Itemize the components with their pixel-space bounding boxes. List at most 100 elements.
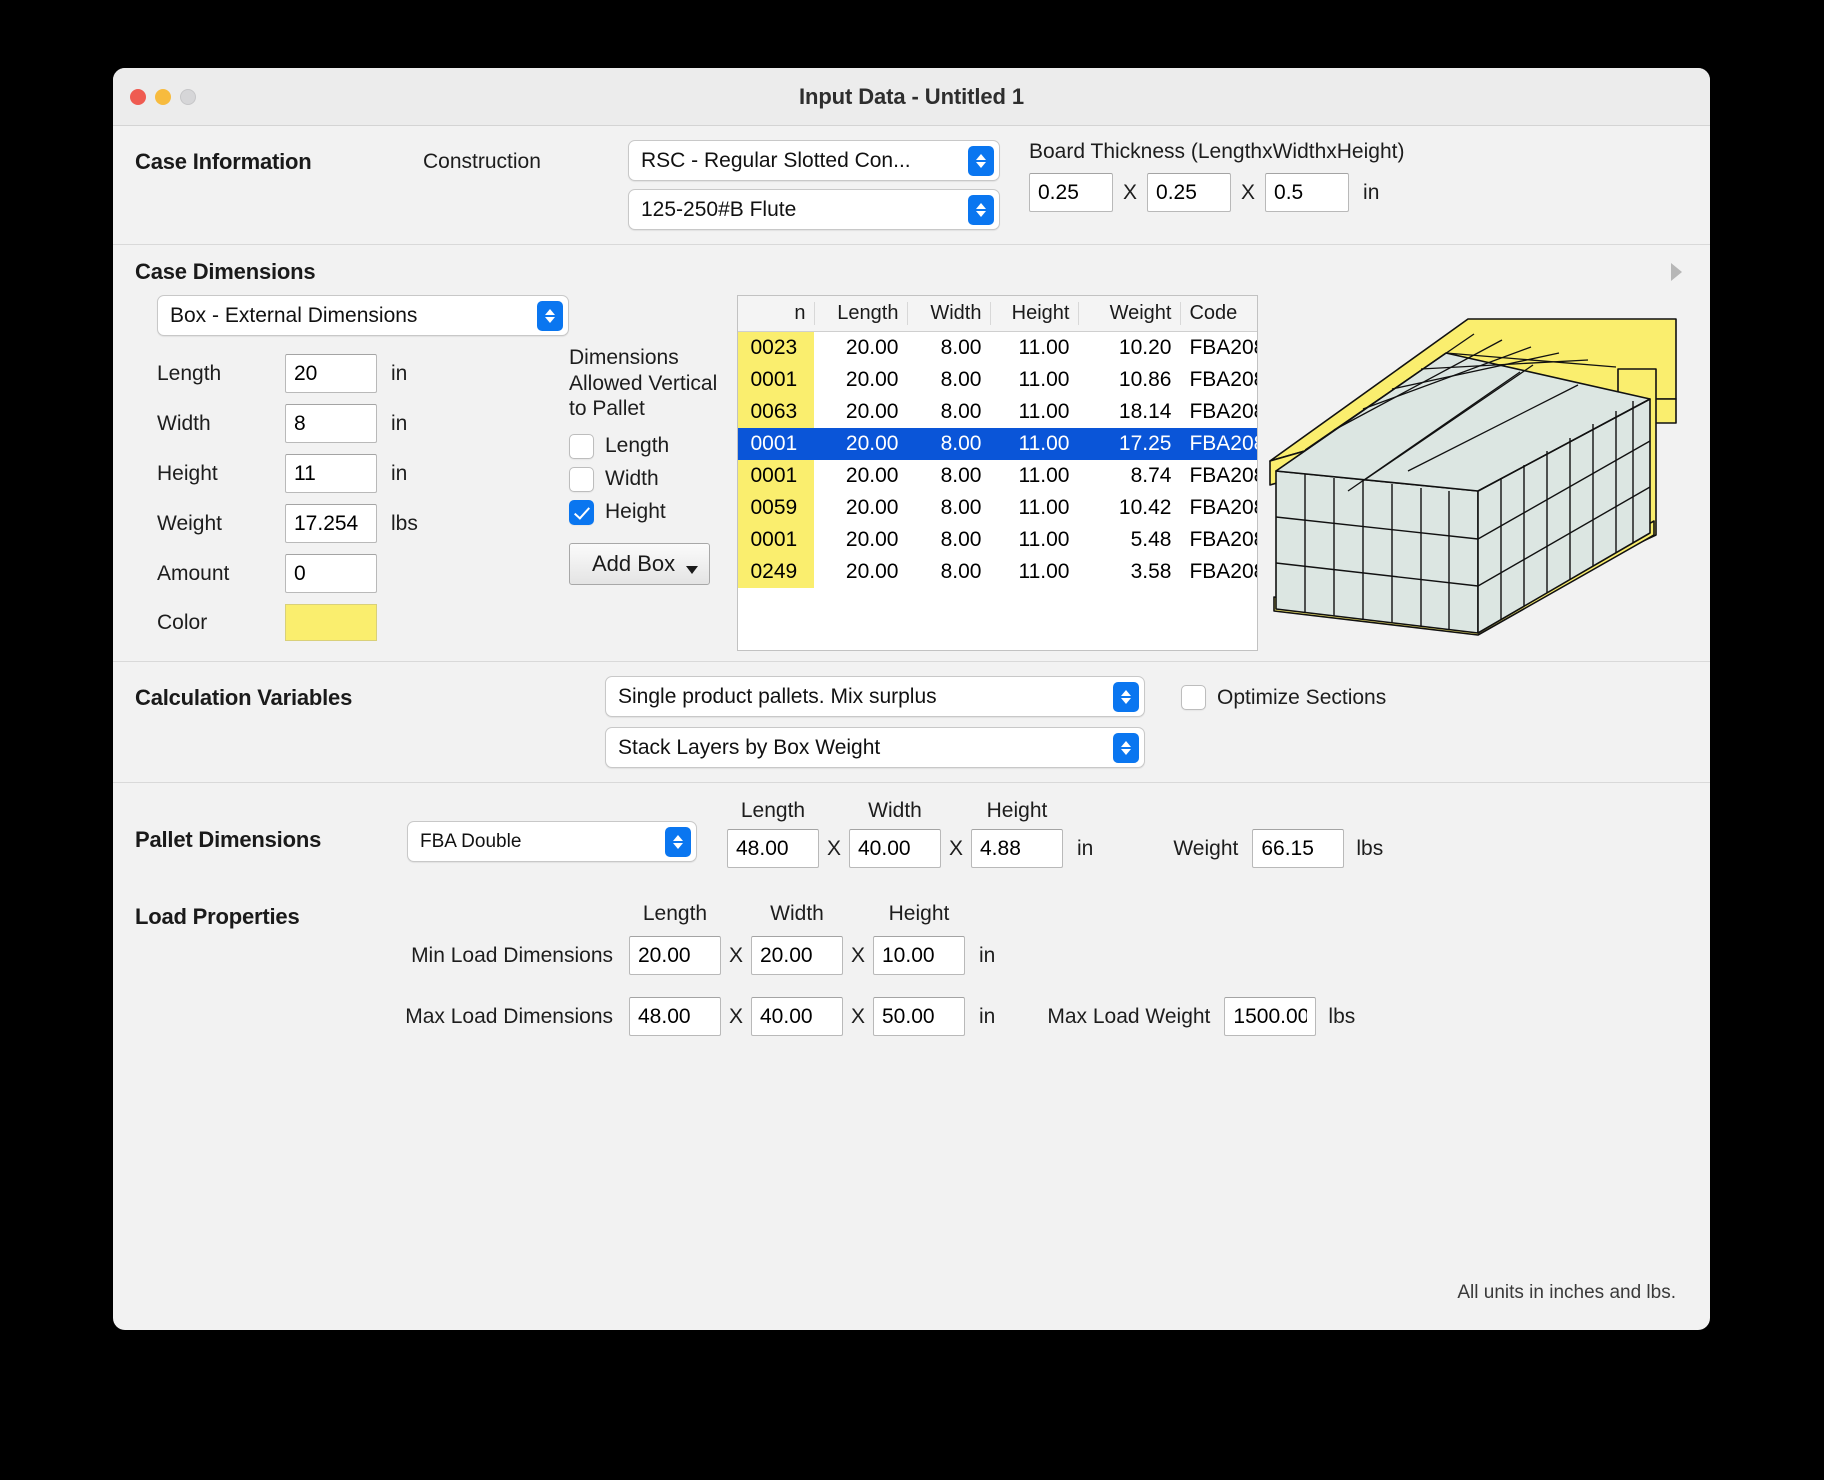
length-unit: in (391, 362, 407, 386)
height-input[interactable] (285, 454, 377, 493)
weight-input[interactable] (285, 504, 377, 543)
cell-width: 8.00 (907, 492, 990, 524)
table-row[interactable]: 000120.008.0011.0010.86FBA20811 . (738, 364, 1257, 396)
allow-length-checkbox[interactable] (569, 434, 594, 459)
allow-height-checkbox[interactable] (569, 500, 594, 525)
allow-width-checkbox[interactable] (569, 467, 594, 492)
weight-unit: lbs (391, 512, 418, 536)
max-load-weight-input[interactable] (1224, 997, 1316, 1036)
max-load-length-input[interactable] (629, 997, 721, 1036)
cell-width: 8.00 (907, 364, 990, 396)
cell-height: 11.00 (990, 556, 1078, 588)
board-thickness-width-input[interactable] (1147, 173, 1231, 212)
cell-weight: 5.48 (1078, 524, 1180, 556)
pallet-height-input[interactable] (971, 829, 1063, 868)
window-titlebar: Input Data - Untitled 1 (113, 68, 1710, 126)
cell-height: 11.00 (990, 428, 1078, 460)
color-swatch[interactable] (285, 604, 377, 641)
allow-width-checkbox-row[interactable]: Width (569, 467, 725, 492)
column-header-width[interactable]: Width (907, 296, 990, 332)
pallet-strategy-select[interactable]: Single product pallets. Mix surplus (605, 676, 1145, 717)
caret-down-icon[interactable] (686, 566, 698, 574)
amount-label: Amount (157, 562, 285, 586)
cell-weight: 10.20 (1078, 332, 1180, 364)
table-row[interactable]: 002320.008.0011.0010.20FBA20811 . (738, 332, 1257, 364)
pallet-weight-label: Weight (1173, 837, 1238, 861)
min-load-height-input[interactable] (873, 936, 965, 975)
construction-select[interactable]: RSC - Regular Slotted Con... (628, 140, 1000, 181)
load-length-header: Length (629, 902, 721, 926)
column-header-height[interactable]: Height (990, 296, 1078, 332)
x-separator: X (721, 944, 751, 968)
pallet-dimension-unit: in (1077, 837, 1093, 861)
board-thickness-height-input[interactable] (1265, 173, 1349, 212)
cell-n: 0063 (738, 396, 814, 428)
pallet-strategy-value: Single product pallets. Mix surplus (618, 685, 937, 709)
column-header-weight[interactable]: Weight (1078, 296, 1180, 332)
table-row[interactable]: 000120.008.0011.0017.25FBA20811 5 (738, 428, 1257, 460)
allow-height-label: Height (605, 500, 666, 524)
min-load-width-input[interactable] (751, 936, 843, 975)
table-row[interactable]: 024920.008.0011.003.58FBA20811 6 (738, 556, 1257, 588)
stacking-method-value: Stack Layers by Box Weight (618, 736, 880, 760)
x-separator: X (843, 944, 873, 968)
stepper-arrows-icon[interactable] (1113, 733, 1139, 763)
max-load-height-input[interactable] (873, 997, 965, 1036)
board-thickness-label: Board Thickness (LengthxWidthxHeight) (1029, 140, 1404, 164)
amount-input[interactable] (285, 554, 377, 593)
add-box-button[interactable]: Add Box (569, 543, 710, 585)
pallet-preset-select[interactable]: FBA Double (407, 821, 697, 862)
pallet-weight-input[interactable] (1252, 829, 1344, 868)
pallet-weight-unit: lbs (1356, 837, 1383, 861)
optimize-sections-row[interactable]: Optimize Sections (1181, 676, 1386, 710)
cell-weight: 8.74 (1078, 460, 1180, 492)
pallet-dimensions-section: Pallet Dimensions FBA Double Length Widt… (113, 783, 1710, 868)
pallet-width-header: Width (849, 799, 941, 823)
table-row[interactable]: 006320.008.0011.0018.14FBA20811 . (738, 396, 1257, 428)
chevron-right-icon[interactable] (1671, 263, 1682, 281)
pallet-preset-value: FBA Double (420, 831, 521, 853)
cell-n: 0059 (738, 492, 814, 524)
dimension-mode-select[interactable]: Box - External Dimensions (157, 295, 569, 336)
pallet-load-3d-preview (1258, 295, 1688, 651)
input-data-window: Input Data - Untitled 1 Case Information… (113, 68, 1710, 1330)
column-header-n[interactable]: n (738, 296, 814, 332)
stepper-arrows-icon[interactable] (968, 146, 994, 176)
load-properties-heading: Load Properties (135, 902, 629, 930)
case-dimensions-heading: Case Dimensions (135, 259, 315, 285)
zoom-button[interactable] (180, 89, 196, 105)
add-box-label: Add Box (592, 551, 675, 576)
width-input[interactable] (285, 404, 377, 443)
table-row[interactable]: 000120.008.0011.005.48FBA20811 . (738, 524, 1257, 556)
cell-width: 8.00 (907, 524, 990, 556)
stepper-arrows-icon[interactable] (537, 301, 563, 331)
pallet-length-input[interactable] (727, 829, 819, 868)
optimize-sections-checkbox[interactable] (1181, 685, 1206, 710)
cell-weight: 10.42 (1078, 492, 1180, 524)
stacking-method-select[interactable]: Stack Layers by Box Weight (605, 727, 1145, 768)
length-input[interactable] (285, 354, 377, 393)
flute-select[interactable]: 125-250#B Flute (628, 189, 1000, 230)
stepper-arrows-icon[interactable] (665, 827, 691, 857)
allow-height-checkbox-row[interactable]: Height (569, 500, 725, 525)
min-load-length-input[interactable] (629, 936, 721, 975)
column-header-length[interactable]: Length (814, 296, 907, 332)
table-row[interactable]: 000120.008.0011.008.74FBA20811 . (738, 460, 1257, 492)
allow-length-checkbox-row[interactable]: Length (569, 434, 725, 459)
table-row[interactable]: 005920.008.0011.0010.42FBA20811 . (738, 492, 1257, 524)
load-height-header: Height (873, 902, 965, 926)
height-label: Height (157, 462, 285, 486)
stepper-arrows-icon[interactable] (1113, 682, 1139, 712)
pallet-width-input[interactable] (849, 829, 941, 868)
cell-width: 8.00 (907, 428, 990, 460)
cell-height: 11.00 (990, 524, 1078, 556)
minimize-button[interactable] (155, 89, 171, 105)
cell-weight: 18.14 (1078, 396, 1180, 428)
column-header-code[interactable]: Code (1180, 296, 1257, 332)
close-button[interactable] (130, 89, 146, 105)
board-thickness-length-input[interactable] (1029, 173, 1113, 212)
box-list-table[interactable]: n Length Width Height Weight Code 002320… (737, 295, 1258, 651)
max-load-width-input[interactable] (751, 997, 843, 1036)
stepper-arrows-icon[interactable] (968, 195, 994, 225)
cell-code: FBA20811 6 (1180, 556, 1257, 588)
